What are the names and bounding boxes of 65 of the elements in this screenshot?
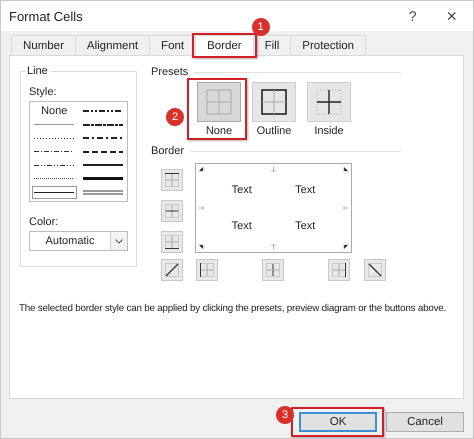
- preset-button[interactable]: [252, 82, 296, 122]
- step-badge: 3: [276, 406, 294, 424]
- border-icon: [200, 263, 214, 277]
- preview-text: Text: [232, 220, 252, 232]
- preview-text: Text: [295, 220, 316, 232]
- line-style-icon: [82, 177, 123, 180]
- border-button[interactable]: [161, 169, 183, 191]
- section-title: Presets: [151, 66, 188, 78]
- grid-icon: [261, 89, 287, 115]
- dialog-button[interactable]: Cancel: [386, 412, 464, 432]
- border-icon: [332, 263, 346, 277]
- line-style-icon: [82, 110, 123, 112]
- preview-text: Text: [295, 184, 316, 196]
- border-button[interactable]: [161, 200, 183, 222]
- color-dropdown[interactable]: Automatic: [29, 231, 128, 251]
- border-preview[interactable]: Text Text Text Text: [195, 163, 352, 253]
- grid-icon: [316, 89, 342, 115]
- chevron-down-icon: [115, 238, 123, 244]
- line-style-list[interactable]: None: [29, 101, 128, 202]
- border-icon: [165, 173, 179, 187]
- border-icon: [165, 263, 179, 277]
- preset-label: None: [206, 125, 232, 137]
- preview-text: Text: [232, 184, 252, 196]
- border-button[interactable]: [161, 259, 183, 281]
- border-icon: [368, 263, 382, 277]
- border-button[interactable]: [161, 231, 183, 253]
- field-label: Color:: [29, 216, 60, 228]
- highlight-frame: [192, 33, 257, 58]
- help-button[interactable]: ?: [408, 8, 416, 24]
- tab[interactable]: Number: [11, 35, 76, 55]
- window-title: Format Cells: [9, 8, 84, 24]
- line-style-icon: [82, 124, 123, 126]
- border-button[interactable]: [364, 259, 386, 281]
- line-style-icon: [34, 164, 74, 166]
- border-icon: [165, 235, 179, 249]
- dialog-button[interactable]: OK: [299, 412, 377, 432]
- line-style-option[interactable]: None: [32, 104, 76, 118]
- border-button[interactable]: [328, 259, 350, 281]
- preset-label: Inside: [314, 125, 344, 137]
- line-style-icon: [34, 178, 74, 180]
- description-text: The selected border style can be applied by clicking the presets, preview diagram or the buttons above.: [19, 303, 446, 314]
- border-button[interactable]: [262, 259, 284, 281]
- line-style-icon: [34, 151, 74, 152]
- highlight-frame: [187, 78, 247, 140]
- border-button[interactable]: [196, 259, 218, 281]
- line-style-icon: [34, 138, 74, 139]
- field-label: Style:: [29, 86, 58, 98]
- section-title: Border: [151, 145, 184, 157]
- border-icon: [266, 263, 280, 277]
- line-style-icon: [34, 124, 74, 126]
- preset-button[interactable]: [307, 82, 351, 122]
- line-style-option[interactable]: [32, 186, 76, 199]
- grid-icon: [206, 89, 232, 115]
- step-badge: 2: [166, 108, 184, 126]
- line-style-icon: [82, 164, 123, 166]
- group-title: Line: [25, 65, 50, 77]
- border-icon: [165, 204, 179, 218]
- close-button[interactable]: ×: [446, 6, 457, 26]
- line-style-icon: [82, 137, 123, 140]
- line-style-icon: [34, 192, 74, 193]
- line-style-icon: [82, 150, 123, 153]
- tab[interactable]: Protection: [290, 35, 366, 55]
- line-style-icon: [82, 190, 123, 195]
- tab[interactable]: Border: [195, 35, 254, 56]
- preset-label: Outline: [256, 125, 292, 137]
